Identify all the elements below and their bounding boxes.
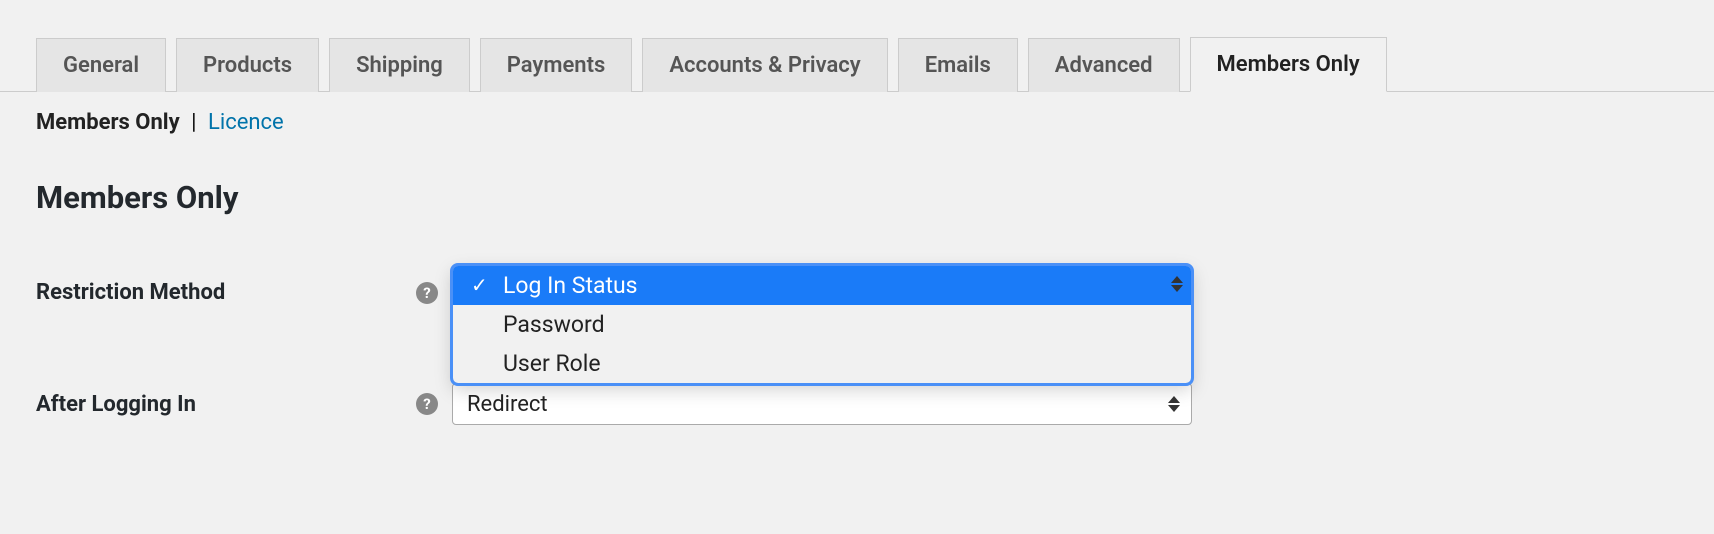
help-icon[interactable]: ? [416,282,438,304]
tab-general[interactable]: General [36,38,166,92]
tab-shipping[interactable]: Shipping [329,38,470,92]
help-icon[interactable]: ? [416,393,438,415]
label-restriction-method: Restriction Method [36,280,416,305]
subnav: Members Only | Licence [0,92,1714,135]
subnav-current: Members Only [36,110,180,135]
select-arrows-icon [1163,266,1191,302]
subnav-separator: | [191,110,196,135]
field-row-after-logging-in: After Logging In ? Redirect [36,383,1714,425]
dropdown-option-log-in-status[interactable]: ✓ Log In Status [453,266,1191,305]
dropdown-menu: ✓ Log In Status Password User Role [452,265,1192,384]
tab-emails[interactable]: Emails [898,38,1018,92]
dropdown-option-user-role[interactable]: User Role [453,344,1191,383]
dropdown-option-label: Log In Status [503,272,638,299]
select-value: Redirect [467,392,548,417]
page-heading: Members Only [0,135,1714,216]
settings-form: Restriction Method ? ✓ Log In Status Pas… [36,280,1714,425]
subnav-licence-link[interactable]: Licence [208,110,284,135]
tab-payments[interactable]: Payments [480,38,633,92]
tab-advanced[interactable]: Advanced [1028,38,1180,92]
tab-products[interactable]: Products [176,38,319,92]
select-arrows-icon [1167,396,1181,412]
dropdown-option-label: User Role [503,350,601,377]
tab-accounts-privacy[interactable]: Accounts & Privacy [642,38,887,92]
dropdown-option-label: Password [503,311,605,338]
after-logging-in-select[interactable]: Redirect [452,383,1192,425]
label-after-logging-in: After Logging In [36,392,416,417]
select-box[interactable]: Redirect [452,383,1192,425]
field-row-restriction-method: Restriction Method ? ✓ Log In Status Pas… [36,280,1714,305]
check-icon: ✓ [471,273,488,297]
tab-members-only[interactable]: Members Only [1190,37,1387,92]
dropdown-option-password[interactable]: Password [453,305,1191,344]
tabs-bar: General Products Shipping Payments Accou… [0,0,1714,92]
